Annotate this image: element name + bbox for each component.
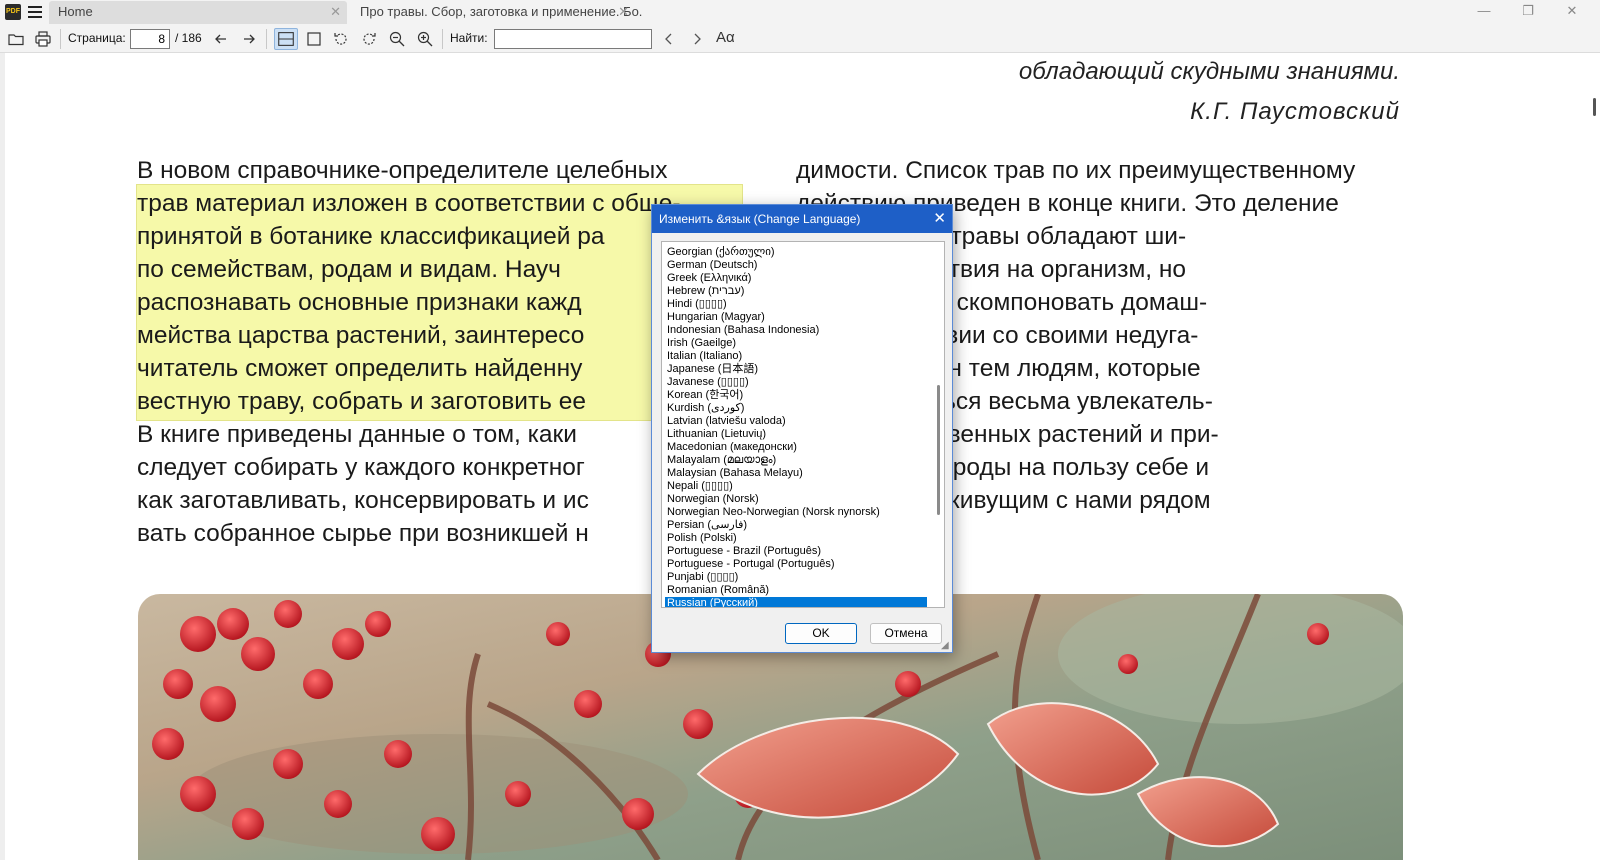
minimize-button[interactable]: — [1462,0,1506,24]
language-option[interactable]: German (Deutsch) [665,259,927,272]
window-close-button[interactable]: ✕ [1550,0,1594,24]
find-input[interactable] [494,29,652,49]
language-list-scrollbar[interactable] [937,385,940,515]
close-tab-icon[interactable]: ✕ [618,1,629,23]
cancel-button[interactable]: Отмена [870,623,942,644]
language-option[interactable]: Persian (فارسی) [665,519,927,532]
language-option[interactable]: Hebrew (עברית) [665,285,927,298]
toolbar-divider [60,29,61,49]
find-label: Найти: [450,31,488,45]
page-label: Страница: [68,31,126,45]
language-option[interactable]: Georgian (ქართული) [665,246,927,259]
dialog-close-icon[interactable]: ✕ [933,205,946,233]
next-page-arrow-icon[interactable] [240,30,258,48]
language-option[interactable]: Russian (Русский) [665,597,927,607]
maximize-button[interactable]: ❐ [1506,0,1550,24]
language-option[interactable]: Portuguese - Brazil (Português) [665,545,927,558]
language-option[interactable]: Latvian (latviešu valoda) [665,415,927,428]
toolbar: Страница: 8 / 186 Найти: Aα [0,24,1600,53]
previous-page-arrow-icon[interactable] [212,30,230,48]
dialog-title-bar[interactable]: Изменить &язык (Change Language) ✕ [652,205,952,233]
language-option[interactable]: Japanese (日本語) [665,363,927,376]
app-logo-icon: PDF [5,4,21,20]
language-option[interactable]: Kurdish (کوردی) [665,402,927,415]
open-folder-icon[interactable] [7,30,25,48]
close-tab-icon[interactable]: ✕ [330,1,341,23]
page-total: / 186 [175,31,202,45]
language-option[interactable]: Norwegian (Norsk) [665,493,927,506]
title-bar: PDF Home ✕ Про травы. Сбор, заготовка и … [0,0,1600,24]
find-previous-chevron-icon[interactable] [660,30,678,48]
zoom-in-icon[interactable] [416,30,434,48]
language-option[interactable]: Korean (한국어) [665,389,927,402]
resize-grip-icon[interactable]: ◢ [941,641,951,651]
language-option[interactable]: Greek (Ελληνικά) [665,272,927,285]
document-left-margin [0,53,5,860]
language-option[interactable]: Macedonian (македонски) [665,441,927,454]
toolbar-divider [266,29,267,49]
hamburger-menu-icon[interactable] [28,6,42,18]
toolbar-divider [442,29,443,49]
tab-label: Про травы. Сбор, заготовка и применение.… [360,4,643,19]
epigraph-line: обладающий скудными знаниями. [1018,58,1400,85]
language-option[interactable]: Portuguese - Portugal (Português) [665,558,927,571]
dialog-title: Изменить &язык (Change Language) [659,212,861,226]
tab-document[interactable]: Про травы. Сбор, заготовка и применение.… [351,1,643,24]
language-option[interactable]: Punjabi (▯▯▯▯) [665,571,927,584]
language-option[interactable]: Indonesian (Bahasa Indonesia) [665,324,927,337]
language-option[interactable]: Norwegian Neo-Norwegian (Norsk nynorsk) [665,506,927,519]
language-option[interactable]: Romanian (Română) [665,584,927,597]
language-option[interactable]: Javanese (▯▯▯▯) [665,376,927,389]
epigraph-author: К.Г. Паустовский [1190,98,1400,125]
change-language-dialog: Изменить &язык (Change Language) ✕ Georg… [651,204,953,653]
fit-page-icon[interactable] [305,30,323,48]
tab-label: Home [58,4,93,19]
left-column-line: В новом справочнике-определителе целебны… [137,157,668,184]
tab-home[interactable]: Home ✕ [49,1,347,24]
right-column-line: димости. Список трав по их преимуществен… [796,157,1356,184]
language-listbox[interactable]: Georgian (ქართული) German (Deutsch) Greek … [661,241,945,608]
language-option[interactable]: Nepali (▯▯▯▯) [665,480,927,493]
language-option[interactable]: Hungarian (Magyar) [665,311,927,324]
language-option[interactable]: Italian (Italiano) [665,350,927,363]
rotate-right-icon[interactable] [360,30,378,48]
language-option[interactable]: Hindi (▯▯▯▯) [665,298,927,311]
rotate-left-icon[interactable] [332,30,350,48]
language-option[interactable]: Polish (Polski) [665,532,927,545]
language-option[interactable]: Irish (Gaeilge) [665,337,927,350]
language-option[interactable]: Malayalam (മലയാളം) [665,454,927,467]
language-option[interactable]: Lithuanian (Lietuvių) [665,428,927,441]
zoom-out-icon[interactable] [388,30,406,48]
match-case-font-icon[interactable]: Aα [716,29,735,46]
ok-button[interactable]: OK [785,623,857,644]
print-icon[interactable] [34,30,52,48]
page-number-input[interactable]: 8 [130,29,170,49]
fit-width-icon[interactable] [274,28,298,50]
document-scrollbar[interactable] [1593,98,1596,116]
language-option[interactable]: Malaysian (Bahasa Melayu) [665,467,927,480]
find-next-chevron-icon[interactable] [688,30,706,48]
